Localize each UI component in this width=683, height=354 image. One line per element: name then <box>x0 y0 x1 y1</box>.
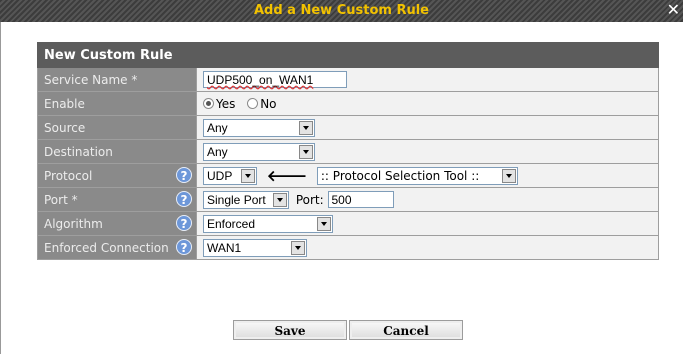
enforced-connection-label-cell: Enforced Connection ? <box>37 235 197 260</box>
enable-label: Enable <box>37 91 197 116</box>
dropdown-arrow-icon <box>501 168 516 183</box>
port-mode-select[interactable]: Single Port <box>203 190 289 209</box>
port-row: Port * ? Single Port Port: 500 <box>37 187 659 212</box>
service-name-label: Service Name * <box>37 67 197 92</box>
close-icon[interactable]: ✕ <box>667 1 680 19</box>
algorithm-label: Algorithm <box>44 216 103 231</box>
enforced-connection-label: Enforced Connection <box>44 240 169 255</box>
enforced-connection-select[interactable]: WAN1 <box>203 238 307 257</box>
cancel-button[interactable]: Cancel <box>349 320 463 340</box>
algorithm-row: Algorithm ? Enforced <box>37 211 659 236</box>
destination-row: Destination Any <box>37 139 659 164</box>
form-heading: New Custom Rule <box>37 42 659 68</box>
destination-label: Destination <box>37 139 197 164</box>
help-icon[interactable]: ? <box>176 215 192 231</box>
protocol-select-value: UDP <box>207 168 233 183</box>
protocol-tool-value: :: Protocol Selection Tool :: <box>320 168 480 183</box>
source-row: Source Any <box>37 115 659 140</box>
enforced-connection-row: Enforced Connection ? WAN1 <box>37 235 659 260</box>
enforced-connection-value: WAN1 <box>207 240 242 255</box>
dropdown-arrow-icon <box>241 168 255 183</box>
save-button[interactable]: Save <box>233 320 347 340</box>
source-select[interactable]: Any <box>203 118 315 137</box>
port-label: Port * <box>44 192 78 207</box>
algorithm-select[interactable]: Enforced <box>203 214 333 233</box>
form-header-row: New Custom Rule <box>37 42 659 68</box>
algorithm-select-value: Enforced <box>207 216 256 231</box>
dropdown-arrow-icon <box>299 144 313 159</box>
protocol-row: Protocol ? UDP 🡐 :: Protocol Selection T… <box>37 163 659 188</box>
port-number-value: 500 <box>331 193 352 207</box>
source-label: Source <box>37 115 197 140</box>
protocol-label-cell: Protocol ? <box>37 163 197 188</box>
help-icon[interactable]: ? <box>176 167 192 183</box>
source-select-value: Any <box>207 120 228 135</box>
service-name-value: UDP500_on_WAN1 <box>207 73 314 87</box>
algorithm-label-cell: Algorithm ? <box>37 211 197 236</box>
protocol-select[interactable]: UDP <box>203 166 257 185</box>
help-icon[interactable]: ? <box>176 191 192 207</box>
enable-row: Enable Yes No <box>37 91 659 116</box>
left-arrow-icon: 🡐 <box>266 167 308 185</box>
service-name-row: Service Name * UDP500_on_WAN1 <box>37 67 659 92</box>
enable-yes-radio-icon[interactable] <box>203 98 214 110</box>
service-name-input[interactable]: UDP500_on_WAN1 <box>203 71 347 88</box>
destination-select[interactable]: Any <box>203 142 315 161</box>
dialog-titlebar: Add a New Custom Rule ✕ <box>0 0 683 22</box>
help-icon[interactable]: ? <box>176 239 192 255</box>
dropdown-arrow-icon <box>317 216 331 231</box>
port-mode-value: Single Port <box>207 192 266 207</box>
port-number-label: Port: <box>295 192 324 207</box>
dropdown-arrow-icon <box>291 240 305 255</box>
custom-rule-form: New Custom Rule Service Name * UDP500_on… <box>37 42 659 260</box>
enable-yes-label: Yes <box>216 96 236 111</box>
enable-no-radio-icon[interactable] <box>247 98 259 110</box>
dropdown-arrow-icon <box>273 192 287 207</box>
dialog-title: Add a New Custom Rule <box>253 3 430 18</box>
dialog-left-border <box>0 22 1 354</box>
port-number-input[interactable]: 500 <box>327 191 394 208</box>
protocol-selection-tool-select[interactable]: :: Protocol Selection Tool :: <box>316 166 518 185</box>
port-label-cell: Port * ? <box>37 187 197 212</box>
destination-select-value: Any <box>207 144 228 159</box>
dropdown-arrow-icon <box>299 120 313 135</box>
protocol-label: Protocol <box>44 168 93 183</box>
enable-no-label: No <box>260 96 277 111</box>
